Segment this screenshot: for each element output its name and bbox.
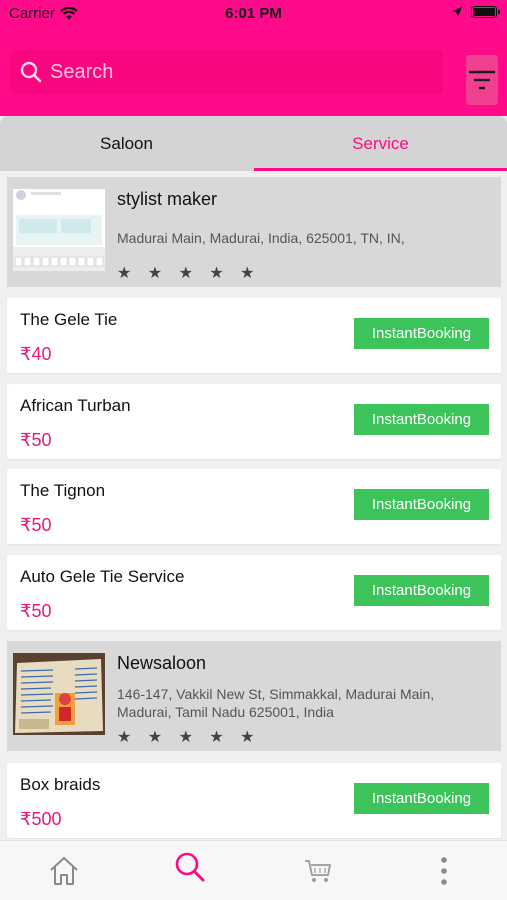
battery-icon [471, 6, 500, 18]
service-card[interactable]: The Gele Tie ₹40 InstantBooking [7, 298, 501, 373]
status-right [451, 6, 500, 18]
cart-icon [305, 860, 331, 882]
saloon-name: Newsaloon [117, 653, 207, 673]
service-price: ₹40 [20, 344, 52, 364]
saloon-card[interactable]: stylist maker Madurai Main, Madurai, Ind… [7, 177, 501, 287]
saloon-card[interactable]: Newsaloon 146-147, Vakkil New St, Simmak… [7, 641, 501, 751]
more-icon [441, 857, 447, 885]
service-price: ₹50 [20, 515, 52, 535]
nav-home[interactable] [44, 851, 84, 891]
service-name: The Gele Tie [20, 310, 118, 329]
nav-cart[interactable] [298, 851, 338, 891]
tab-service[interactable]: Service [254, 116, 507, 171]
search-icon [175, 852, 205, 882]
nav-search[interactable] [170, 847, 210, 887]
saloon-thumbnail [13, 189, 105, 271]
home-icon [50, 857, 78, 885]
clock: 6:01 PM [225, 5, 282, 22]
instant-booking-button[interactable]: InstantBooking [354, 575, 489, 606]
saloon-address: 146-147, Vakkil New St, Simmakkal, Madur… [117, 686, 435, 720]
service-name: The Tignon [20, 481, 106, 500]
search-icon [20, 61, 42, 83]
tab-saloon[interactable]: Saloon [0, 116, 253, 171]
search-bar[interactable] [10, 50, 443, 94]
instant-booking-button[interactable]: InstantBooking [354, 783, 489, 814]
service-price: ₹50 [20, 601, 52, 621]
instant-booking-button[interactable]: InstantBooking [354, 489, 489, 520]
service-name: African Turban [20, 396, 131, 415]
bottom-nav [0, 840, 507, 900]
nav-more[interactable] [424, 851, 464, 891]
instant-booking-button[interactable]: InstantBooking [354, 318, 489, 349]
service-name: Box braids [20, 775, 101, 794]
status-bar: Carrier 6:01 PM [0, 0, 507, 28]
filter-button[interactable] [466, 55, 498, 105]
tab-bar: Saloon Service [0, 116, 507, 171]
saloon-thumbnail [13, 653, 105, 735]
service-card[interactable]: Box braids ₹500 InstantBooking [7, 763, 501, 838]
saloon-name: stylist maker [117, 189, 218, 209]
service-price: ₹50 [20, 430, 52, 450]
instant-booking-button[interactable]: InstantBooking [354, 404, 489, 435]
location-arrow-icon [452, 7, 462, 17]
service-card[interactable]: Auto Gele Tie Service ₹50 InstantBooking [7, 555, 501, 630]
service-name: Auto Gele Tie Service [20, 567, 185, 586]
search-input[interactable] [50, 60, 430, 84]
service-card[interactable]: The Tignon ₹50 InstantBooking [7, 469, 501, 544]
star-rating: ★ ★ ★ ★ ★ [117, 729, 261, 746]
service-card[interactable]: African Turban ₹50 InstantBooking [7, 384, 501, 459]
saloon-thumbnail-image [13, 653, 105, 735]
star-rating: ★ ★ ★ ★ ★ [117, 265, 261, 282]
saloon-address: Madurai Main, Madurai, India, 625001, TN… [117, 230, 405, 246]
saloon-thumbnail-image [13, 189, 105, 271]
results-list[interactable]: stylist maker Madurai Main, Madurai, Ind… [0, 171, 507, 839]
filter-icon [469, 70, 495, 90]
search-header [0, 28, 507, 116]
service-price: ₹500 [20, 809, 62, 829]
